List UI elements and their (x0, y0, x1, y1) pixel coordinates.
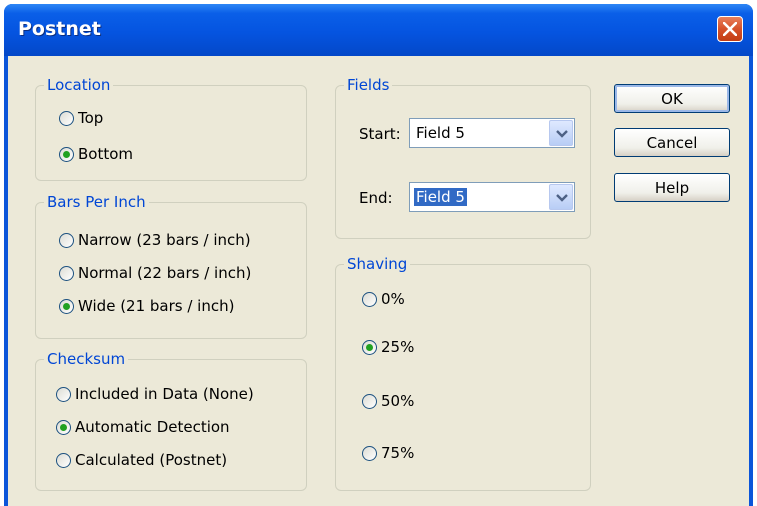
bars-per-inch-group: Bars Per Inch Narrow (23 bars / inch) No… (35, 193, 307, 339)
end-dropdown-button[interactable] (549, 184, 573, 210)
radio-unchecked-icon (59, 232, 74, 248)
shaving-group: Shaving 0% 25% 50% 75% (335, 255, 591, 491)
radio-label: 75% (381, 444, 415, 462)
cancel-button-label: Cancel (646, 133, 698, 152)
shaving-group-label: Shaving (344, 255, 411, 273)
end-label: End: (359, 189, 393, 207)
chevron-down-icon (556, 194, 568, 202)
fields-group-label: Fields (344, 76, 393, 94)
radio-label: Normal (22 bars / inch) (78, 264, 252, 282)
title-bar[interactable]: Postnet (4, 4, 753, 56)
radio-unchecked-icon (362, 445, 377, 461)
help-button[interactable]: Help (614, 173, 730, 202)
included-in-data-radio[interactable]: Included in Data (None) (56, 384, 254, 404)
radio-label: Wide (21 bars / inch) (78, 297, 235, 315)
shaving-50-radio[interactable]: 50% (362, 391, 414, 411)
close-button[interactable] (717, 16, 743, 42)
radio-unchecked-icon (59, 265, 74, 281)
radio-checked-icon (59, 146, 74, 162)
shaving-75-radio[interactable]: 75% (362, 443, 414, 463)
start-field-value: Field 5 (416, 124, 465, 142)
radio-unchecked-icon (362, 291, 377, 307)
radio-label: Included in Data (None) (75, 385, 254, 403)
location-group: Location Top Bottom (35, 76, 307, 181)
checksum-group: Checksum Included in Data (None) Automat… (35, 350, 307, 491)
radio-checked-icon (56, 419, 71, 435)
window-title: Postnet (18, 18, 101, 40)
end-field-select[interactable]: Field 5 (409, 182, 575, 212)
postnet-dialog: Postnet Location Top Bottom Bars Per Inc… (4, 4, 753, 506)
radio-checked-icon (59, 298, 74, 314)
help-button-label: Help (654, 178, 690, 197)
cancel-button[interactable]: Cancel (614, 128, 730, 157)
radio-checked-icon (362, 339, 377, 355)
normal-radio[interactable]: Normal (22 bars / inch) (59, 263, 251, 283)
location-group-label: Location (44, 76, 114, 94)
radio-label: Calculated (Postnet) (75, 451, 228, 469)
radio-unchecked-icon (362, 393, 377, 409)
radio-unchecked-icon (56, 452, 71, 468)
automatic-detection-radio[interactable]: Automatic Detection (56, 417, 230, 437)
radio-label: Automatic Detection (75, 418, 230, 436)
radio-label: 50% (381, 392, 415, 410)
ok-button[interactable]: OK (614, 84, 730, 113)
location-top-radio[interactable]: Top (59, 108, 103, 128)
fields-group: Fields Start: Field 5 End: Field 5 (335, 76, 591, 239)
location-bottom-radio[interactable]: Bottom (59, 144, 133, 164)
chevron-down-icon (556, 130, 568, 138)
wide-radio[interactable]: Wide (21 bars / inch) (59, 296, 234, 316)
shaving-0-radio[interactable]: 0% (362, 289, 405, 309)
start-label: Start: (359, 125, 401, 143)
bars-per-inch-group-label: Bars Per Inch (44, 193, 149, 211)
close-icon (723, 22, 737, 36)
ok-button-label: OK (661, 89, 683, 108)
radio-label: Narrow (23 bars / inch) (78, 231, 251, 249)
dialog-body: Location Top Bottom Bars Per Inch Narrow… (8, 56, 749, 506)
radio-label: Top (78, 109, 104, 127)
end-field-value: Field 5 (414, 188, 467, 206)
start-field-select[interactable]: Field 5 (409, 118, 575, 148)
calculated-postnet-radio[interactable]: Calculated (Postnet) (56, 450, 227, 470)
radio-label: 0% (381, 290, 405, 308)
checksum-group-label: Checksum (44, 350, 129, 368)
start-dropdown-button[interactable] (549, 120, 573, 146)
narrow-radio[interactable]: Narrow (23 bars / inch) (59, 230, 251, 250)
radio-unchecked-icon (59, 110, 74, 126)
radio-label: 25% (381, 338, 415, 356)
radio-unchecked-icon (56, 386, 71, 402)
radio-label: Bottom (78, 145, 134, 163)
shaving-25-radio[interactable]: 25% (362, 337, 414, 357)
